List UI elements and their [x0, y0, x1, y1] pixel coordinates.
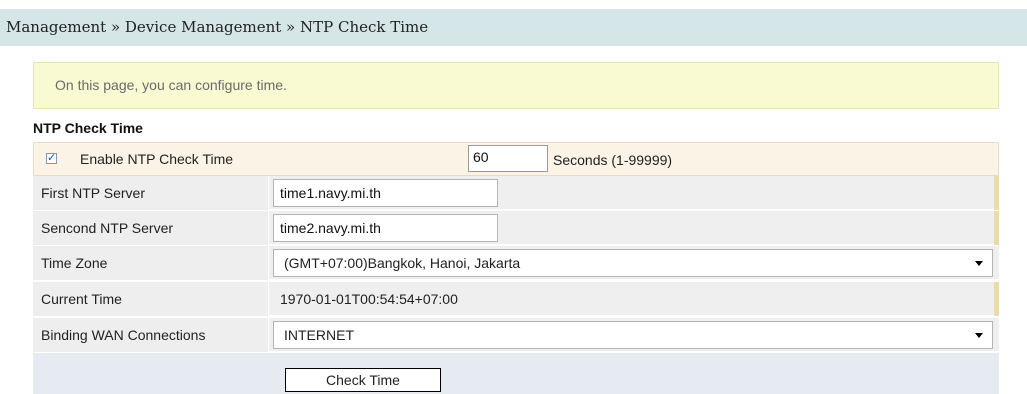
check-time-button[interactable]: Check Time	[285, 368, 441, 392]
chevron-down-icon	[975, 261, 983, 266]
second-ntp-server-input[interactable]: time2.navy.mi.th	[273, 214, 498, 242]
wan-connection-row: Binding WAN Connections INTERNET	[33, 318, 999, 352]
info-text: On this page, you can configure time.	[55, 77, 287, 93]
time-zone-selected: (GMT+07:00)Bangkok, Hanoi, Jakarta	[284, 255, 521, 271]
section-title: NTP Check Time	[33, 120, 143, 136]
time-zone-label: Time Zone	[33, 246, 269, 280]
second-ntp-server-label: Sencond NTP Server	[33, 211, 269, 245]
wan-connection-label: Binding WAN Connections	[33, 318, 269, 352]
button-bar: Check Time	[33, 353, 999, 394]
first-ntp-server-row: First NTP Server time1.navy.mi.th	[33, 176, 999, 210]
chevron-down-icon	[975, 333, 983, 338]
enable-ntp-checkbox[interactable]: ✓	[46, 153, 57, 164]
row-accent	[994, 176, 999, 210]
first-ntp-server-input[interactable]: time1.navy.mi.th	[273, 179, 498, 207]
breadcrumb: Management » Device Management » NTP Che…	[0, 9, 1027, 46]
wan-connection-selected: INTERNET	[284, 327, 354, 343]
current-time-row: Current Time 1970-01-01T00:54:54+07:00	[33, 282, 999, 316]
row-accent	[994, 211, 999, 245]
time-zone-select[interactable]: (GMT+07:00)Bangkok, Hanoi, Jakarta	[273, 249, 993, 277]
check-interval-input[interactable]: 60	[468, 145, 548, 172]
check-interval-unit: Seconds (1-99999)	[553, 152, 673, 168]
info-box: On this page, you can configure time.	[33, 62, 999, 109]
current-time-value: 1970-01-01T00:54:54+07:00	[280, 291, 458, 307]
enable-ntp-row: ✓ Enable NTP Check Time 60 Seconds (1-99…	[33, 142, 999, 176]
row-accent	[994, 282, 999, 316]
wan-connection-select[interactable]: INTERNET	[273, 321, 993, 349]
current-time-label: Current Time	[33, 282, 269, 316]
time-zone-row: Time Zone (GMT+07:00)Bangkok, Hanoi, Jak…	[33, 246, 999, 280]
first-ntp-server-label: First NTP Server	[33, 176, 269, 210]
second-ntp-server-row: Sencond NTP Server time2.navy.mi.th	[33, 211, 999, 245]
enable-ntp-label[interactable]: Enable NTP Check Time	[80, 143, 233, 175]
